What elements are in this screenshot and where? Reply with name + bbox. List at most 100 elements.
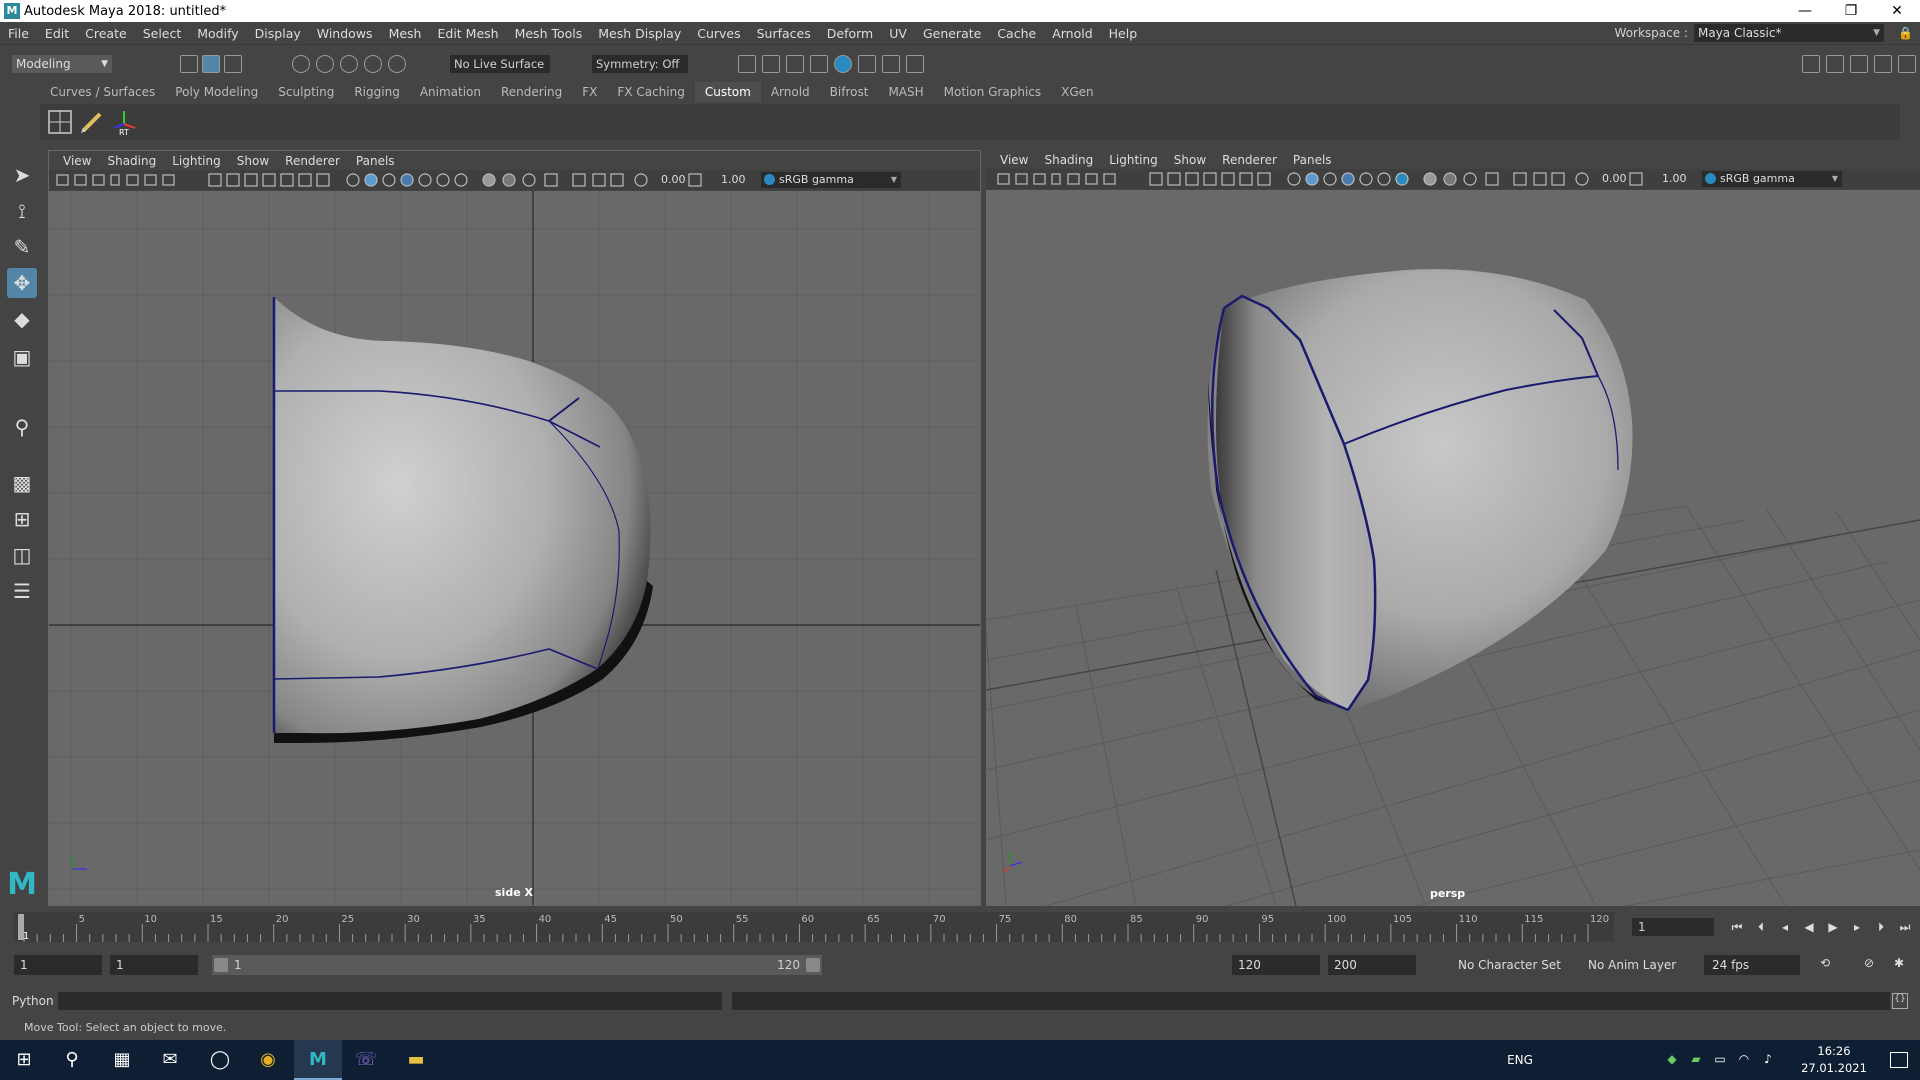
notification-center-icon[interactable] bbox=[1890, 1052, 1908, 1068]
restore-button[interactable]: ❐ bbox=[1828, 0, 1874, 22]
calculator-icon[interactable]: ▦ bbox=[98, 1040, 146, 1080]
menu-edit-mesh[interactable]: Edit Mesh bbox=[429, 26, 506, 41]
step-forward-frame-icon[interactable]: ▸ bbox=[1848, 919, 1866, 935]
side-gamma-field[interactable]: 1.00 bbox=[721, 172, 761, 188]
menu-edit[interactable]: Edit bbox=[37, 26, 77, 41]
shelf-tab-custom[interactable]: Custom bbox=[694, 82, 761, 102]
vp-menu-lighting[interactable]: Lighting bbox=[164, 154, 229, 168]
vp-menu-lighting[interactable]: Lighting bbox=[1101, 153, 1166, 167]
pause-icon[interactable] bbox=[906, 55, 924, 73]
animation-preferences-icon[interactable]: ✱ bbox=[1890, 955, 1908, 971]
vp-menu-renderer[interactable]: Renderer bbox=[277, 154, 348, 168]
persp-gamma-field[interactable]: 1.00 bbox=[1662, 171, 1702, 187]
menu-surfaces[interactable]: Surfaces bbox=[749, 26, 819, 41]
workspace-dropdown[interactable]: Maya Classic* bbox=[1694, 24, 1884, 42]
search-icon[interactable]: ⚲ bbox=[48, 1040, 96, 1080]
minimize-button[interactable]: — bbox=[1782, 0, 1828, 22]
volume-icon[interactable]: ♪ bbox=[1760, 1052, 1776, 1068]
step-forward-key-icon[interactable]: ⏵ bbox=[1872, 919, 1890, 935]
side-viewport[interactable]: View Shading Lighting Show Renderer Pane… bbox=[48, 150, 981, 906]
range-end-handle[interactable] bbox=[806, 958, 820, 972]
vp-menu-renderer[interactable]: Renderer bbox=[1214, 153, 1285, 167]
shelf-tab-fx[interactable]: FX bbox=[572, 82, 607, 102]
playback-start-field[interactable]: 1 bbox=[110, 955, 198, 975]
menu-curves[interactable]: Curves bbox=[689, 26, 748, 41]
shelf-tab-curves-surfaces[interactable]: Curves / Surfaces bbox=[40, 82, 165, 102]
time-slider[interactable]: 5 10 15 20 25 30 35 40 45 50 55 60 65 70 75 80 85 90 95 100… bbox=[0, 910, 1920, 946]
maya-taskbar-icon[interactable]: M bbox=[294, 1040, 342, 1080]
shelf-tab-mash[interactable]: MASH bbox=[878, 82, 933, 102]
rotate-tool-icon[interactable]: ◆ bbox=[7, 304, 37, 334]
last-tool-icon[interactable]: ⚲ bbox=[7, 412, 37, 442]
time-slider-bar[interactable]: 5 10 15 20 25 30 35 40 45 50 55 60 65 70 75 80 85 90 95 100… bbox=[14, 912, 1614, 942]
playback-end-field[interactable]: 120 bbox=[1232, 955, 1320, 975]
shelf-tab-bifrost[interactable]: Bifrost bbox=[820, 82, 879, 102]
menu-select[interactable]: Select bbox=[135, 26, 190, 41]
anim-layer-dropdown[interactable]: No Anim Layer bbox=[1580, 955, 1690, 975]
auto-key-icon[interactable]: ⊘ bbox=[1860, 955, 1878, 971]
gpu-tray-icon[interactable]: ▰ bbox=[1688, 1052, 1704, 1068]
persp-exposure-field[interactable]: 0.00 bbox=[1602, 171, 1642, 187]
cortana-icon[interactable]: ◯ bbox=[196, 1040, 244, 1080]
menu-windows[interactable]: Windows bbox=[309, 26, 381, 41]
vp-menu-panels[interactable]: Panels bbox=[1285, 153, 1340, 167]
symmetry-dropdown[interactable]: Symmetry: Off bbox=[592, 55, 688, 73]
shelf-tab-poly-modeling[interactable]: Poly Modeling bbox=[165, 82, 268, 102]
scale-tool-icon[interactable]: ▣ bbox=[7, 342, 37, 372]
vp-menu-shading[interactable]: Shading bbox=[1036, 153, 1101, 167]
grid-shelf-icon[interactable] bbox=[46, 108, 76, 136]
pencil-shelf-icon[interactable] bbox=[78, 108, 108, 136]
fps-dropdown[interactable]: 24 fps bbox=[1704, 955, 1800, 975]
menu-file[interactable]: File bbox=[0, 26, 37, 41]
outliner-layout-icon[interactable]: ☰ bbox=[7, 576, 37, 606]
snap-to-curve-icon[interactable] bbox=[316, 55, 334, 73]
mail-icon[interactable]: ✉ bbox=[146, 1040, 194, 1080]
persp-viewport-toolbar-icons[interactable] bbox=[986, 169, 1706, 189]
attribute-editor-toggle-icon[interactable] bbox=[1826, 55, 1844, 73]
windows-start-icon[interactable]: ⊞ bbox=[0, 1040, 48, 1080]
two-view-layout-icon[interactable]: ◫ bbox=[7, 540, 37, 570]
layer-editor-toggle-icon[interactable] bbox=[1898, 55, 1916, 73]
menu-help[interactable]: Help bbox=[1101, 26, 1146, 41]
shelf-tab-xgen[interactable]: XGen bbox=[1051, 82, 1104, 102]
vp-menu-shading[interactable]: Shading bbox=[99, 154, 164, 168]
persp-colorspace-dropdown[interactable]: sRGB gamma bbox=[1702, 171, 1842, 187]
go-to-end-icon[interactable]: ⏭ bbox=[1896, 919, 1914, 935]
channel-box-toggle-icon[interactable] bbox=[1874, 55, 1892, 73]
vp-menu-view[interactable]: View bbox=[55, 154, 99, 168]
shelf-tab-fx-caching[interactable]: FX Caching bbox=[607, 82, 694, 102]
vp-menu-show[interactable]: Show bbox=[1166, 153, 1214, 167]
side-colorspace-dropdown[interactable]: sRGB gamma bbox=[761, 172, 901, 188]
shelf-tab-arnold[interactable]: Arnold bbox=[761, 82, 820, 102]
menu-mesh[interactable]: Mesh bbox=[381, 26, 430, 41]
side-exposure-field[interactable]: 0.00 bbox=[661, 172, 701, 188]
menu-display[interactable]: Display bbox=[247, 26, 309, 41]
step-back-frame-icon[interactable]: ◂ bbox=[1776, 919, 1794, 935]
input-language-indicator[interactable]: ENG bbox=[1500, 1040, 1540, 1080]
hypershade-icon[interactable] bbox=[834, 55, 852, 73]
lock-icon[interactable]: 🔒 bbox=[1898, 26, 1913, 42]
render-settings-icon[interactable] bbox=[810, 55, 828, 73]
select-by-hierarchy-icon[interactable] bbox=[180, 55, 198, 73]
viber-icon[interactable]: ☏ bbox=[342, 1040, 390, 1080]
command-language-toggle[interactable]: Python bbox=[12, 992, 54, 1010]
file-explorer-icon[interactable]: ▬ bbox=[392, 1040, 440, 1080]
shelf-tab-rendering[interactable]: Rendering bbox=[491, 82, 572, 102]
vp-menu-panels[interactable]: Panels bbox=[348, 154, 403, 168]
menu-mesh-tools[interactable]: Mesh Tools bbox=[507, 26, 591, 41]
single-view-layout-icon[interactable]: ▩ bbox=[7, 468, 37, 498]
tool-settings-toggle-icon[interactable] bbox=[1850, 55, 1868, 73]
shelf-tab-rigging[interactable]: Rigging bbox=[344, 82, 409, 102]
nvidia-tray-icon[interactable]: ◆ bbox=[1664, 1052, 1680, 1068]
vp-menu-view[interactable]: View bbox=[992, 153, 1036, 167]
wifi-icon[interactable]: ◠ bbox=[1736, 1052, 1752, 1068]
current-frame-field[interactable]: 1 bbox=[1632, 918, 1714, 936]
range-start-handle[interactable] bbox=[214, 958, 228, 972]
battery-icon[interactable]: ▭ bbox=[1712, 1052, 1728, 1068]
lasso-tool-icon[interactable]: ⟟ bbox=[7, 196, 37, 226]
animation-start-field[interactable]: 1 bbox=[14, 955, 102, 975]
menu-create[interactable]: Create bbox=[77, 26, 135, 41]
snap-to-grid-icon[interactable] bbox=[292, 55, 310, 73]
step-back-key-icon[interactable]: ⏴ bbox=[1752, 919, 1770, 935]
arnold-render-icon[interactable] bbox=[858, 55, 876, 73]
